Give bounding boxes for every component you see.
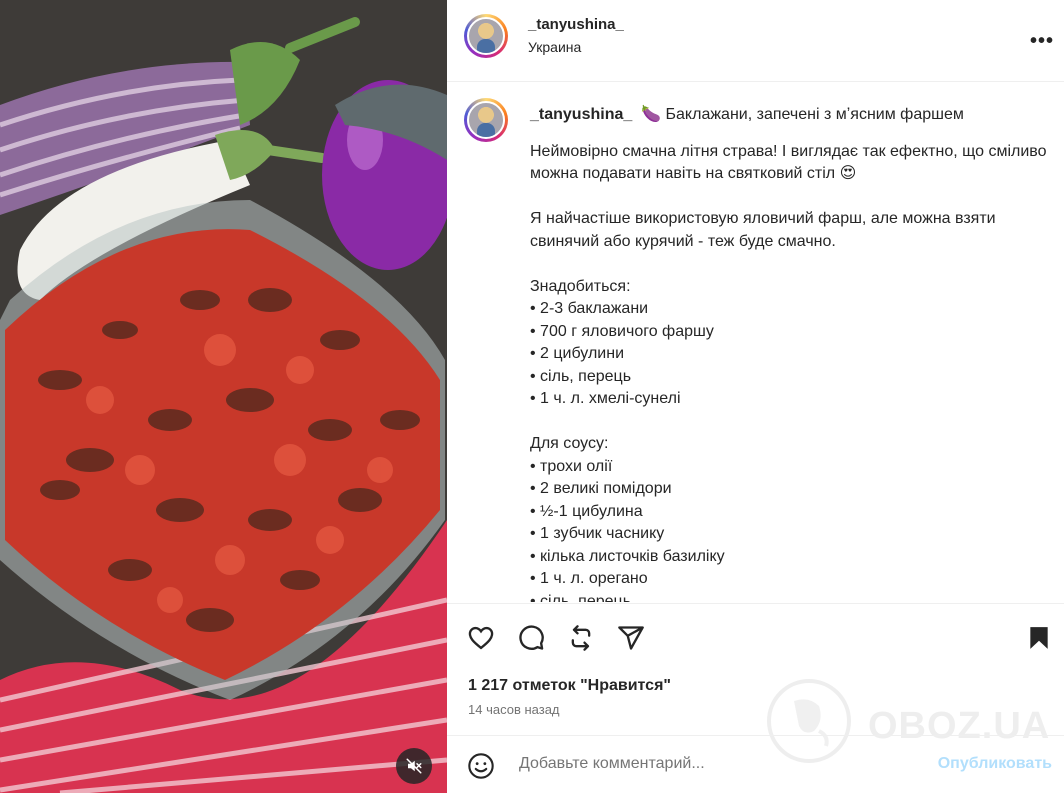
caption-section: _tanyushina_ 🍆 Баклажани, запечені з мʼя… xyxy=(447,82,1064,602)
caption-avatar[interactable] xyxy=(464,98,508,142)
heart-icon xyxy=(468,626,494,650)
post-header: _tanyushina_ Украина ••• xyxy=(447,0,1064,82)
comment-bar: Опубликовать xyxy=(447,735,1064,795)
comment-input[interactable] xyxy=(517,754,901,774)
caption-text: _tanyushina_ 🍆 Баклажани, запечені з мʼя… xyxy=(530,104,1050,602)
actions-section: 1 217 отметок "Нравится" 14 часов назад … xyxy=(447,603,1064,794)
repost-arrows-icon xyxy=(571,625,591,651)
location-label[interactable]: Украина xyxy=(528,39,581,55)
share-icon[interactable] xyxy=(615,622,647,654)
save-icon[interactable] xyxy=(1023,622,1055,654)
like-icon[interactable] xyxy=(465,622,497,654)
repost-icon[interactable] xyxy=(565,622,597,654)
caption-body: Неймовірно смачна літня страва! І вигляд… xyxy=(530,142,1047,603)
speaker-muted-icon xyxy=(406,758,422,774)
more-options-icon[interactable]: ••• xyxy=(1030,30,1054,53)
caption-username[interactable]: _tanyushina_ xyxy=(530,106,632,123)
comment-icon[interactable] xyxy=(515,622,547,654)
publish-button[interactable]: Опубликовать xyxy=(938,755,1052,773)
header-username[interactable]: _tanyushina_ xyxy=(528,16,624,33)
avatar[interactable] xyxy=(464,14,508,58)
post-photo[interactable] xyxy=(0,0,447,793)
emoji-icon[interactable] xyxy=(465,750,497,782)
post-time[interactable]: 14 часов назад xyxy=(468,702,560,717)
smiley-icon xyxy=(468,753,494,779)
eggplant-dish-photo xyxy=(0,0,447,793)
post-side-panel: _tanyushina_ Украина ••• _tanyushina_ 🍆 … xyxy=(447,0,1064,793)
caption-title: 🍆 Баклажани, запечені з мʼясним фаршем xyxy=(641,106,964,123)
mute-button[interactable] xyxy=(396,748,432,784)
speech-bubble-icon xyxy=(519,625,544,650)
likes-count[interactable]: 1 217 отметок "Нравится" xyxy=(468,677,671,695)
bookmark-icon xyxy=(1030,627,1048,649)
paper-plane-icon xyxy=(618,626,644,650)
